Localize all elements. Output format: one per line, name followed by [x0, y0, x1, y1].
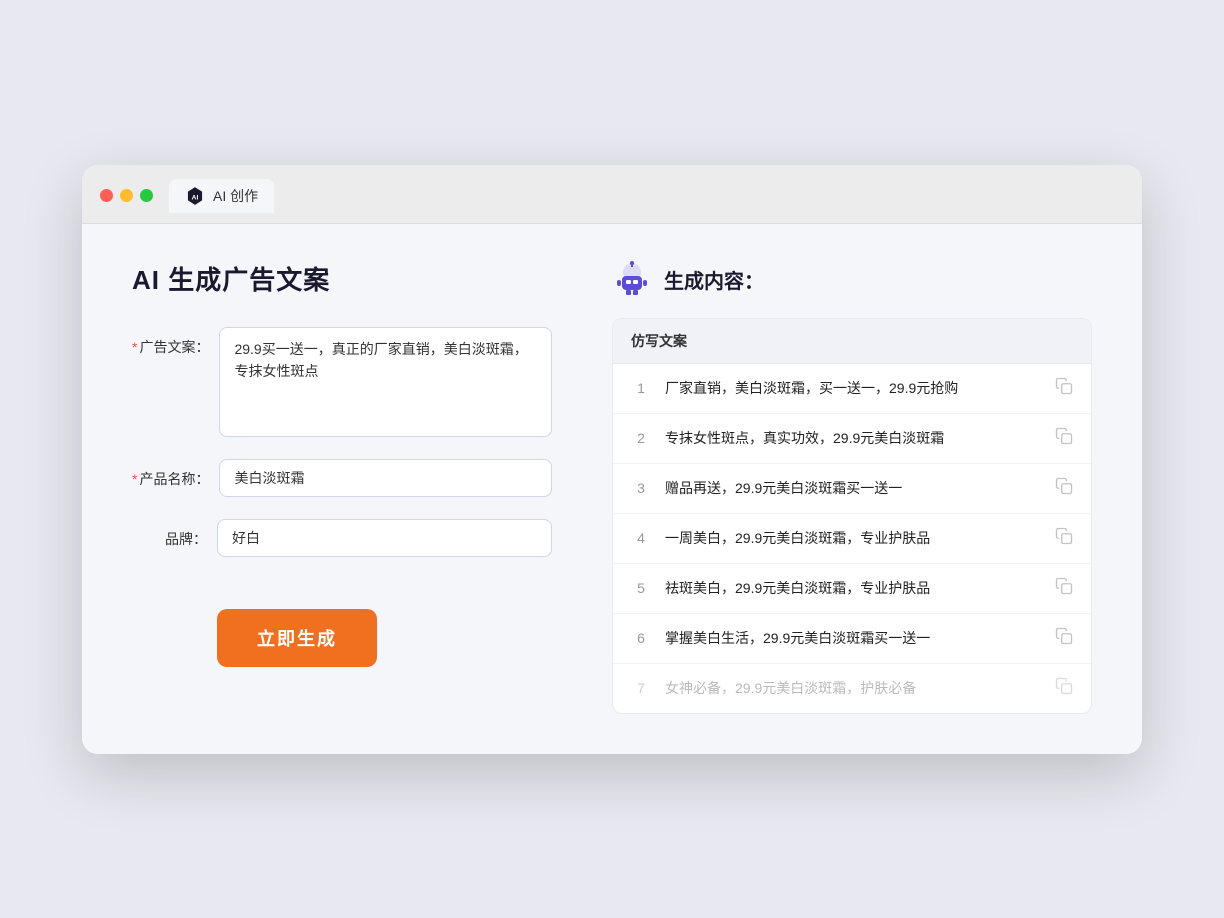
active-tab[interactable]: AI AI 创作 [169, 179, 274, 213]
close-button[interactable] [100, 189, 113, 202]
result-title: 生成内容： [664, 265, 764, 294]
row-text: 赠品再送，29.9元美白淡斑霜买一送一 [665, 478, 1041, 499]
copy-icon[interactable] [1055, 627, 1073, 650]
ad-copy-label: *广告文案： [132, 327, 219, 357]
copy-icon[interactable] [1055, 577, 1073, 600]
brand-label: 品牌： [132, 519, 217, 549]
ad-copy-textarea[interactable]: 29.9买一送一，真正的厂家直销，美白淡斑霜，专抹女性斑点 [219, 327, 552, 437]
row-text: 女神必备，29.9元美白淡斑霜，护肤必备 [665, 678, 1041, 699]
table-row: 3 赠品再送，29.9元美白淡斑霜买一送一 [613, 464, 1091, 514]
copy-icon[interactable] [1055, 677, 1073, 700]
copy-icon[interactable] [1055, 477, 1073, 500]
ad-copy-row: *广告文案： 29.9买一送一，真正的厂家直销，美白淡斑霜，专抹女性斑点 [132, 327, 552, 437]
table-row: 4 一周美白，29.9元美白淡斑霜，专业护肤品 [613, 514, 1091, 564]
table-rows-container: 1 厂家直销，美白淡斑霜，买一送一，29.9元抢购 2 专抹女性斑点，真实功效，29… [613, 364, 1091, 713]
table-header: 仿写文案 [613, 319, 1091, 364]
product-name-row: *产品名称： [132, 459, 552, 497]
copy-icon[interactable] [1055, 427, 1073, 450]
product-name-label: *产品名称： [132, 459, 219, 489]
maximize-button[interactable] [140, 189, 153, 202]
right-panel: 生成内容： 仿写文案 1 厂家直销，美白淡斑霜，买一送一，29.9元抢购 2 专抹女… [612, 260, 1092, 714]
copy-icon[interactable] [1055, 527, 1073, 550]
row-text: 掌握美白生活，29.9元美白淡斑霜买一送一 [665, 628, 1041, 649]
brand-input[interactable] [217, 519, 552, 557]
row-number: 7 [631, 680, 651, 696]
page-title: AI 生成广告文案 [132, 260, 552, 297]
svg-text:AI: AI [192, 194, 199, 201]
row-number: 5 [631, 580, 651, 596]
row-text: 祛斑美白，29.9元美白淡斑霜，专业护肤品 [665, 578, 1041, 599]
left-panel: AI 生成广告文案 *广告文案： 29.9买一送一，真正的厂家直销，美白淡斑霜，… [132, 260, 552, 714]
row-number: 2 [631, 430, 651, 446]
row-number: 4 [631, 530, 651, 546]
row-text: 厂家直销，美白淡斑霜，买一送一，29.9元抢购 [665, 378, 1041, 399]
ai-tab-icon: AI [185, 186, 205, 206]
brand-row: 品牌： [132, 519, 552, 557]
product-name-input[interactable] [219, 459, 552, 497]
row-text: 一周美白，29.9元美白淡斑霜，专业护肤品 [665, 528, 1041, 549]
required-star-1: * [132, 339, 137, 355]
main-layout: AI 生成广告文案 *广告文案： 29.9买一送一，真正的厂家直销，美白淡斑霜，… [132, 260, 1092, 714]
tab-label: AI 创作 [213, 186, 258, 206]
required-star-2: * [132, 471, 137, 487]
table-row: 1 厂家直销，美白淡斑霜，买一送一，29.9元抢购 [613, 364, 1091, 414]
table-row: 5 祛斑美白，29.9元美白淡斑霜，专业护肤品 [613, 564, 1091, 614]
traffic-lights [100, 189, 153, 202]
copy-icon[interactable] [1055, 377, 1073, 400]
row-number: 6 [631, 630, 651, 646]
table-row: 7 女神必备，29.9元美白淡斑霜，护肤必备 [613, 664, 1091, 713]
table-row: 6 掌握美白生活，29.9元美白淡斑霜买一送一 [613, 614, 1091, 664]
titlebar: AI AI 创作 [82, 165, 1142, 224]
browser-window: AI AI 创作 AI 生成广告文案 *广告文案： 29.9买一送一，真正的厂家… [82, 165, 1142, 754]
robot-icon [612, 260, 652, 300]
table-row: 2 专抹女性斑点，真实功效，29.9元美白淡斑霜 [613, 414, 1091, 464]
result-header: 生成内容： [612, 260, 1092, 300]
row-number: 1 [631, 380, 651, 396]
minimize-button[interactable] [120, 189, 133, 202]
browser-content: AI 生成广告文案 *广告文案： 29.9买一送一，真正的厂家直销，美白淡斑霜，… [82, 224, 1142, 754]
result-table: 仿写文案 1 厂家直销，美白淡斑霜，买一送一，29.9元抢购 2 专抹女性斑点，真实… [612, 318, 1092, 714]
row-number: 3 [631, 480, 651, 496]
row-text: 专抹女性斑点，真实功效，29.9元美白淡斑霜 [665, 428, 1041, 449]
generate-button[interactable]: 立即生成 [217, 609, 377, 667]
